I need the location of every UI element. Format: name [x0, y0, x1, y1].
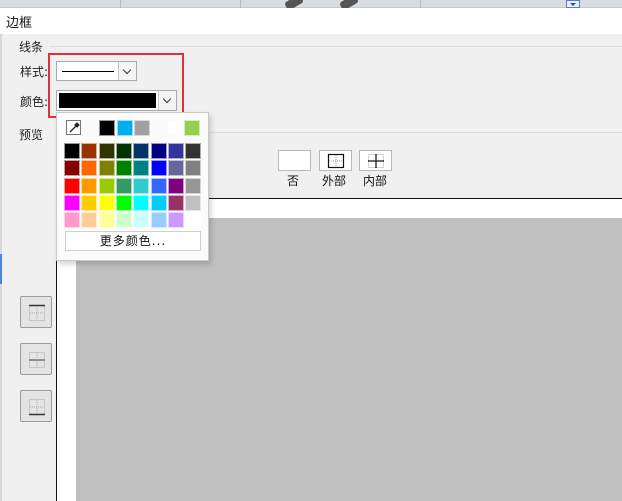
- palette-color-swatch[interactable]: [185, 177, 202, 194]
- palette-color-swatch[interactable]: [64, 177, 80, 194]
- palette-color-swatch[interactable]: [133, 143, 150, 159]
- preset-none-label: 否: [287, 174, 300, 188]
- style-label: 样式:: [20, 65, 49, 79]
- scroll-down-button[interactable]: [566, 0, 580, 8]
- grid-line: [420, 0, 421, 8]
- palette-color-swatch[interactable]: [64, 212, 80, 229]
- palette-color-swatch[interactable]: [150, 212, 167, 229]
- palette-color-swatch[interactable]: [167, 212, 184, 229]
- palette-color-swatch[interactable]: [115, 143, 132, 159]
- palette-color-swatch[interactable]: [64, 160, 80, 177]
- palette-color-swatch[interactable]: [167, 143, 184, 159]
- background-window-strip: [0, 0, 622, 11]
- palette-color-swatch[interactable]: [98, 212, 115, 229]
- preset-none-button[interactable]: [278, 150, 311, 171]
- palette-color-swatch[interactable]: [185, 143, 202, 159]
- border-top-button[interactable]: [20, 296, 52, 328]
- lines-group-label: 线条: [19, 40, 44, 54]
- palette-color-swatch[interactable]: [150, 143, 167, 159]
- palette-color-swatch[interactable]: [98, 160, 115, 177]
- palette-color-swatch[interactable]: [150, 177, 167, 194]
- border-bottom-button[interactable]: [20, 390, 52, 422]
- recent-color-swatch[interactable]: [117, 120, 133, 136]
- lines-group-divider: [50, 46, 622, 47]
- eyedropper-button[interactable]: [66, 120, 81, 135]
- recent-color-swatch[interactable]: [167, 120, 183, 136]
- preset-outside-label: 外部: [322, 174, 347, 188]
- palette-color-swatch[interactable]: [150, 194, 167, 211]
- palette-color-swatch[interactable]: [81, 177, 98, 194]
- palette-color-swatch[interactable]: [185, 194, 202, 211]
- palette-color-swatch[interactable]: [98, 177, 115, 194]
- recent-color-swatch[interactable]: [134, 120, 150, 136]
- preset-inside-button[interactable]: [359, 150, 392, 171]
- palette-color-swatch[interactable]: [81, 160, 98, 177]
- palette-color-swatch[interactable]: [133, 160, 150, 177]
- palette-color-swatch[interactable]: [98, 143, 115, 159]
- grid-line: [240, 0, 241, 8]
- palette-color-swatch[interactable]: [167, 177, 184, 194]
- color-label: 颜色:: [20, 95, 49, 109]
- window-left-edge: [0, 34, 2, 501]
- palette-color-swatch[interactable]: [98, 194, 115, 211]
- highlight-box: [48, 53, 184, 118]
- palette-color-swatch[interactable]: [133, 194, 150, 211]
- palette-color-swatch[interactable]: [115, 194, 132, 211]
- palette-color-swatch[interactable]: [115, 212, 132, 229]
- palette-color-swatch[interactable]: [115, 177, 132, 194]
- border-middle-button[interactable]: [20, 343, 52, 375]
- palette-color-swatch[interactable]: [185, 212, 202, 229]
- dialog-titlebar[interactable]: 边框: [0, 8, 622, 34]
- color-palette-popup: 更多颜色...: [56, 112, 209, 261]
- palette-color-swatch[interactable]: [167, 160, 184, 177]
- palette-color-swatch[interactable]: [81, 143, 98, 159]
- border-horizontal-inner-icon: [29, 352, 45, 368]
- preset-outside-button[interactable]: [319, 150, 352, 171]
- palette-color-swatch[interactable]: [115, 160, 132, 177]
- palette-color-swatch[interactable]: [64, 143, 80, 159]
- palette-color-swatch[interactable]: [185, 160, 202, 177]
- palette-color-swatch[interactable]: [133, 177, 150, 194]
- dialog-title: 边框: [6, 16, 33, 31]
- grid-line: [120, 0, 121, 8]
- preview-group-divider: [210, 132, 622, 133]
- palette-color-swatch[interactable]: [64, 194, 80, 211]
- more-colors-button[interactable]: 更多颜色...: [65, 231, 201, 251]
- preview-group-label: 预览: [19, 128, 44, 142]
- recent-color-swatch[interactable]: [184, 120, 200, 136]
- palette-color-swatch[interactable]: [167, 194, 184, 211]
- eyedropper-icon: [69, 122, 80, 133]
- palette-color-swatch[interactable]: [150, 160, 167, 177]
- recent-color-swatch[interactable]: [99, 120, 115, 136]
- palette-color-swatch[interactable]: [81, 212, 98, 229]
- border-inside-icon: [368, 154, 384, 168]
- border-bottom-icon: [29, 399, 45, 416]
- preset-inside-label: 内部: [363, 174, 388, 188]
- palette-color-swatch[interactable]: [81, 194, 98, 211]
- border-outside-icon: [327, 153, 345, 169]
- palette-color-swatch[interactable]: [133, 212, 150, 229]
- border-top-icon: [29, 304, 45, 321]
- standard-colors-grid: [64, 143, 202, 229]
